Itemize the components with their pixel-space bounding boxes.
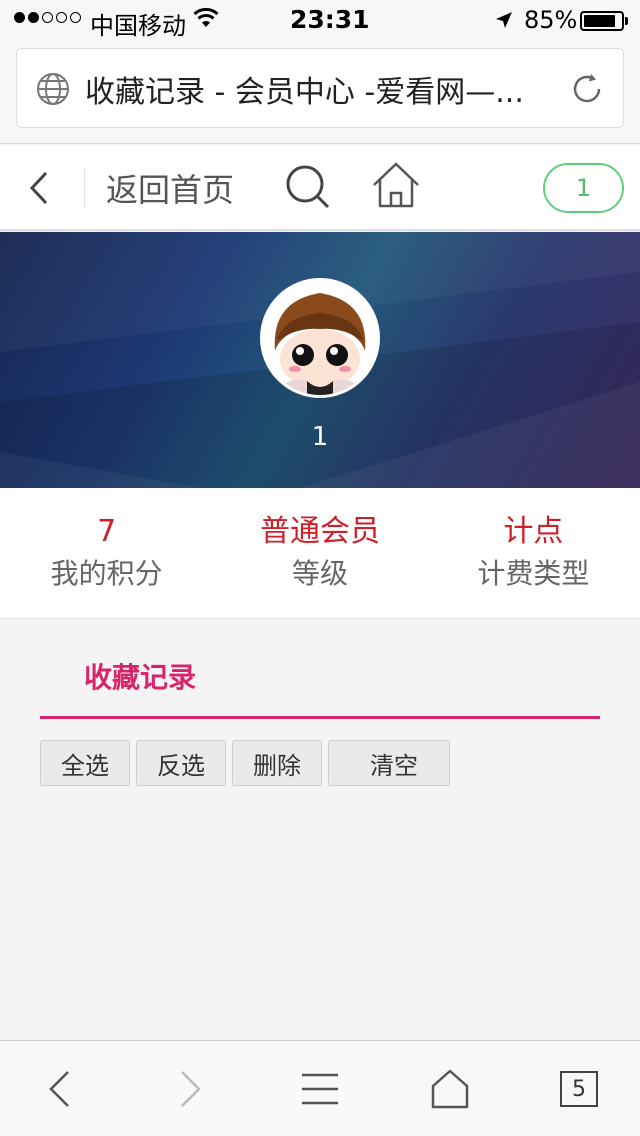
delete-button[interactable]: 删除 xyxy=(232,740,322,786)
invert-selection-button[interactable]: 反选 xyxy=(136,740,226,786)
globe-icon xyxy=(37,73,69,105)
status-bar: 中国移动 23:31 85% xyxy=(0,0,640,40)
wifi-icon xyxy=(193,7,219,27)
clear-all-button[interactable]: 清空 xyxy=(328,740,450,786)
back-arrow-icon[interactable] xyxy=(28,169,52,207)
tabs-count-button[interactable]: 5 xyxy=(560,1071,598,1107)
browser-forward-icon[interactable] xyxy=(176,1069,204,1109)
back-to-home-link[interactable]: 返回首页 xyxy=(106,165,234,211)
reload-icon[interactable] xyxy=(569,71,605,107)
page-title-url: 收藏记录 - 会员中心 -爱看网—... xyxy=(85,75,524,110)
home-icon[interactable] xyxy=(370,161,422,209)
profile-banner: 1 xyxy=(0,232,640,488)
cartoon-avatar-image xyxy=(263,281,377,395)
stat-label: 等级 xyxy=(291,557,348,590)
menu-icon[interactable] xyxy=(300,1069,340,1109)
stat-points: 7 我的积分 xyxy=(0,488,213,618)
user-badge-button[interactable]: 1 xyxy=(543,163,624,213)
avatar[interactable] xyxy=(260,278,380,398)
browser-url-area: 收藏记录 - 会员中心 -爱看网—... xyxy=(0,40,640,144)
member-stats: 7 我的积分 普通会员 等级 计点 计费类型 xyxy=(0,488,640,619)
url-bar[interactable]: 收藏记录 - 会员中心 -爱看网—... xyxy=(16,48,624,128)
stat-label: 计费类型 xyxy=(477,557,590,590)
tab-favorites[interactable]: 收藏记录 xyxy=(84,656,196,696)
nav-divider xyxy=(84,169,85,209)
stat-label: 我的积分 xyxy=(50,557,163,590)
battery-tip xyxy=(625,17,628,25)
signal-strength-icon xyxy=(14,12,81,23)
stat-value: 7 xyxy=(97,514,117,549)
site-nav: 返回首页 1 xyxy=(0,145,640,231)
browser-home-icon[interactable] xyxy=(430,1069,470,1109)
clock: 23:31 xyxy=(290,5,370,34)
carrier-name: 中国移动 xyxy=(90,12,186,40)
stat-value: 普通会员 xyxy=(259,514,380,549)
tab-underline xyxy=(40,716,600,719)
browser-toolbar: 5 xyxy=(0,1040,640,1136)
stat-value: 计点 xyxy=(503,514,564,549)
username: 1 xyxy=(311,422,329,452)
favorites-section: 收藏记录 全选 反选 删除 清空 xyxy=(0,620,640,1040)
battery-percent: 85% xyxy=(524,6,578,34)
battery-icon xyxy=(580,11,624,31)
favorites-actions: 全选 反选 删除 清空 xyxy=(40,740,450,786)
search-icon[interactable] xyxy=(284,163,332,211)
location-arrow-icon xyxy=(496,12,512,28)
browser-back-icon[interactable] xyxy=(46,1069,74,1109)
stat-level: 普通会员 等级 xyxy=(213,488,426,618)
select-all-button[interactable]: 全选 xyxy=(40,740,130,786)
stat-billing-type: 计点 计费类型 xyxy=(427,488,640,618)
